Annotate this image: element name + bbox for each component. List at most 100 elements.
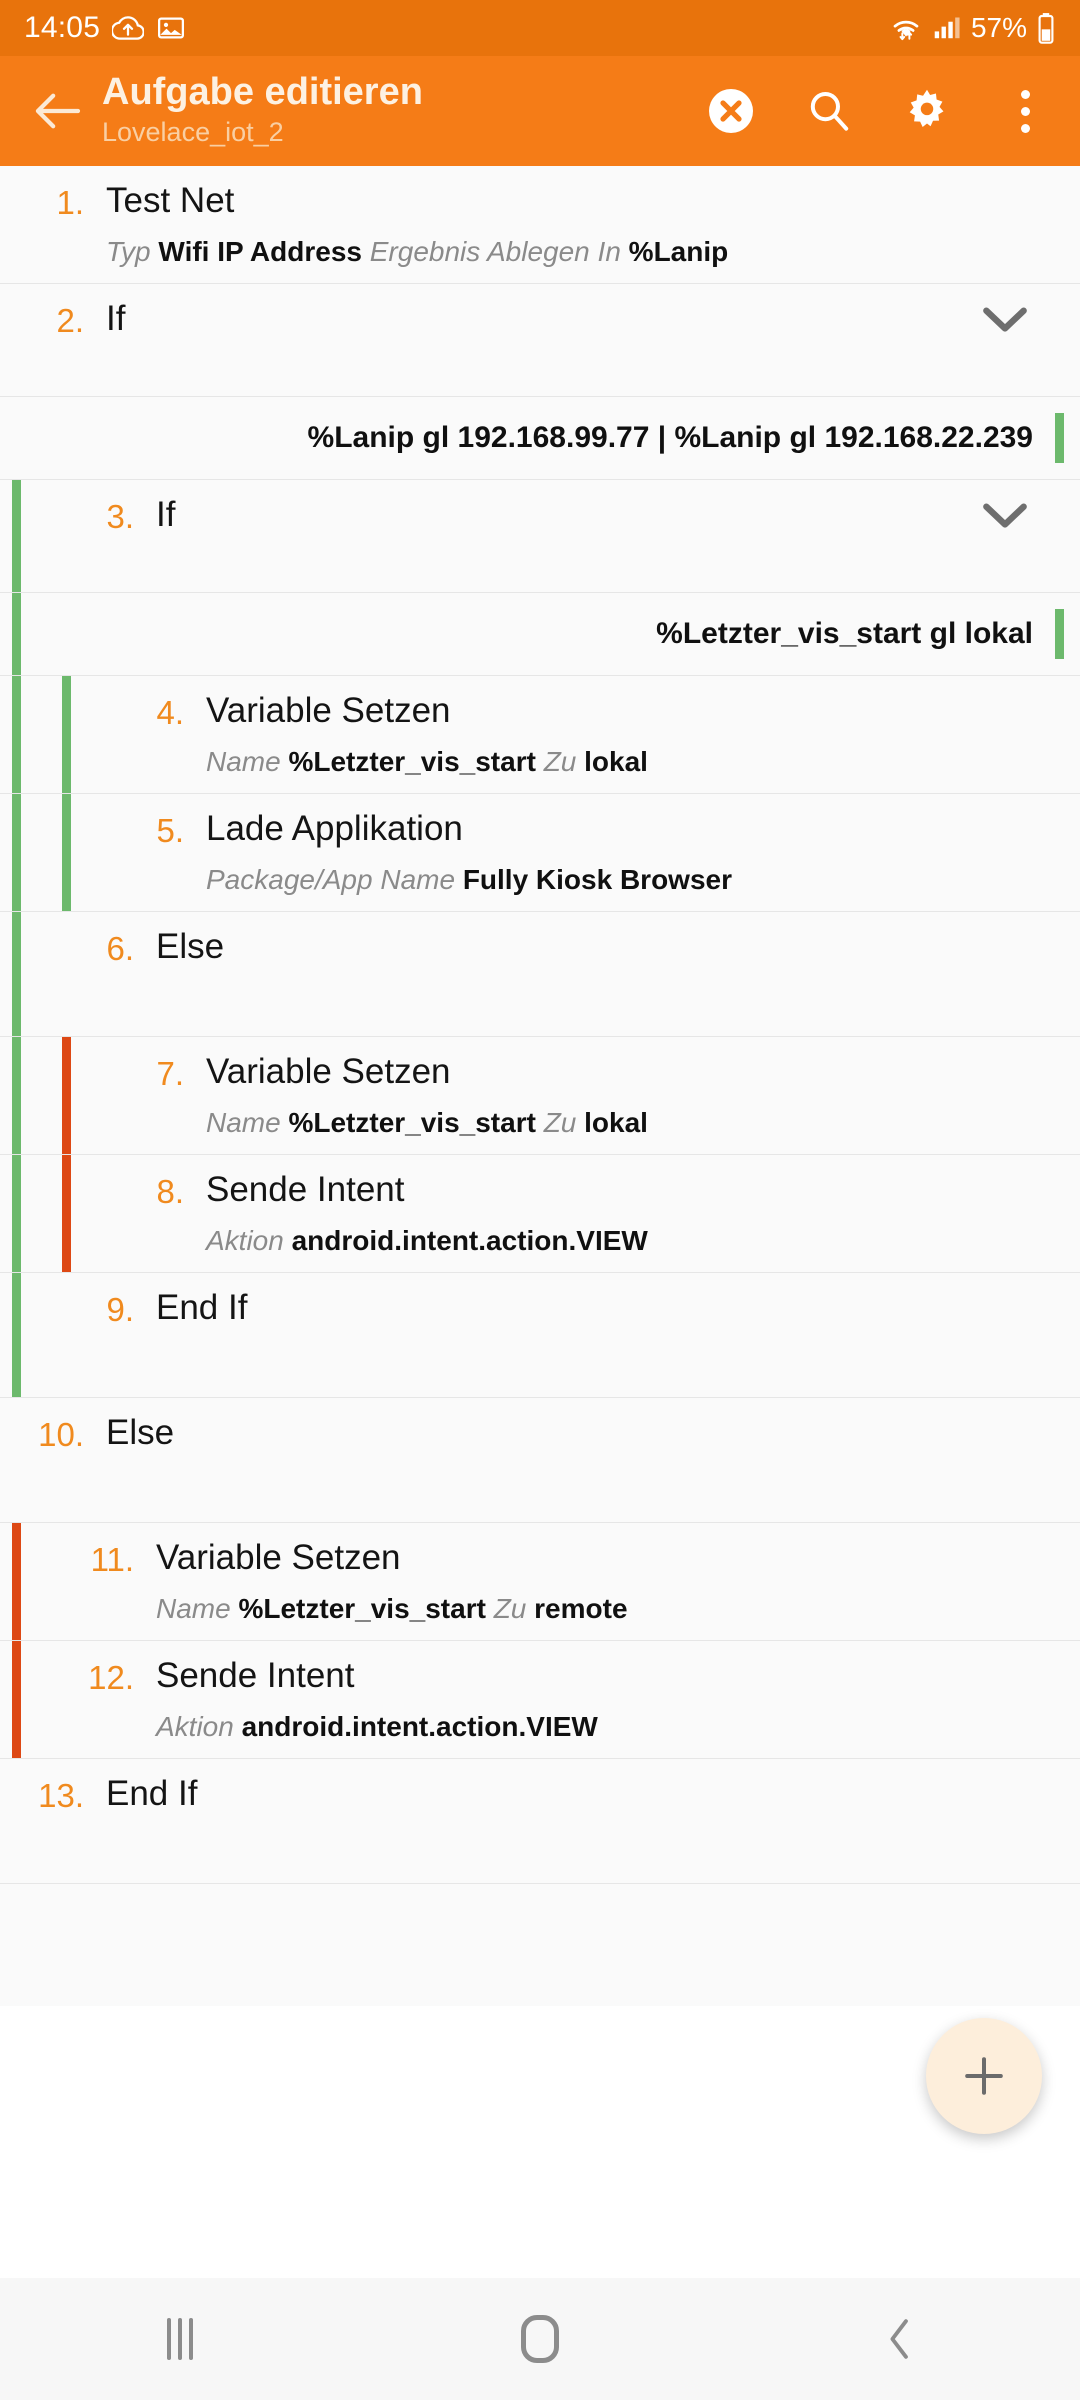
search-button[interactable] xyxy=(802,84,856,138)
action-body: Test Net Typ Wifi IP Address Ergebnis Abl… xyxy=(84,180,1080,269)
action-detail-label: Typ xyxy=(106,236,159,267)
action-number: 3. xyxy=(106,498,134,535)
page-subtitle: Lovelace_iot_2 xyxy=(102,116,284,147)
action-detail-label: Name xyxy=(206,746,289,777)
action-detail-label: Name xyxy=(156,1593,239,1624)
action-name: If xyxy=(156,495,176,534)
action-detail: Name %Letzter_vis_start Zu remote xyxy=(156,1591,1056,1626)
cancel-button[interactable] xyxy=(704,84,758,138)
action-detail-value: android.intent.action.VIEW xyxy=(291,1225,648,1256)
nav-back-button[interactable] xyxy=(720,2278,1080,2400)
status-bar-right: 57% xyxy=(889,12,1056,44)
action-body: If xyxy=(84,298,1080,340)
action-detail: Package/App Name Fully Kiosk Browser xyxy=(206,862,1056,897)
action-name: Variable Setzen xyxy=(206,691,451,730)
action-number: 2. xyxy=(56,302,84,339)
action-detail-value: remote xyxy=(534,1593,628,1624)
action-row[interactable]: 7. Variable Setzen Name %Letzter_vis_start… xyxy=(0,1037,1080,1155)
overflow-menu-button[interactable] xyxy=(998,84,1052,138)
condition-marker xyxy=(1055,413,1064,463)
action-body: Variable Setzen Name %Letzter_vis_start Z… xyxy=(184,1051,1080,1140)
action-detail-label: Zu xyxy=(535,746,585,777)
action-number: 11. xyxy=(90,1541,134,1578)
action-detail-value: %Lanip xyxy=(628,236,729,267)
action-row[interactable]: 13. End If xyxy=(0,1759,1080,1884)
back-button[interactable] xyxy=(28,82,86,140)
overflow-menu-icon xyxy=(1020,89,1030,133)
action-number: 1. xyxy=(56,184,84,221)
action-name: Else xyxy=(156,927,225,966)
action-row[interactable]: 3. If xyxy=(0,480,1080,593)
nav-home-button[interactable] xyxy=(360,2278,720,2400)
nav-recents-button[interactable] xyxy=(0,2278,360,2400)
condition-row[interactable]: %Lanip gl 192.168.99.77 | %Lanip gl 192.… xyxy=(0,397,1080,480)
action-detail: Name %Letzter_vis_start Zu lokal xyxy=(206,1105,1056,1140)
action-detail-value: lokal xyxy=(584,1107,648,1138)
status-clock: 14:05 xyxy=(24,11,101,44)
action-detail: Aktion android.intent.action.VIEW xyxy=(206,1223,1056,1258)
action-body: End If xyxy=(84,1773,1080,1815)
action-detail-value: %Letzter_vis_start xyxy=(288,746,536,777)
action-number: 13. xyxy=(38,1777,84,1814)
search-icon xyxy=(805,87,853,135)
action-row[interactable]: 1. Test Net Typ Wifi IP Address Ergebnis A… xyxy=(0,166,1080,284)
back-arrow-icon xyxy=(32,90,82,132)
action-number: 9. xyxy=(106,1291,134,1328)
action-row[interactable]: 10. Else xyxy=(0,1398,1080,1523)
action-body: Lade Applikation Package/App Name Fully K… xyxy=(184,808,1080,897)
action-detail-value: Fully Kiosk Browser xyxy=(462,864,732,895)
action-detail-label: Ergebnis Ablegen In xyxy=(361,236,629,267)
page-title: Aufgabe editieren xyxy=(102,70,423,113)
action-row[interactable]: 5. Lade Applikation Package/App Name Fully… xyxy=(0,794,1080,912)
home-icon xyxy=(521,2315,559,2363)
add-action-fab[interactable] xyxy=(926,2018,1042,2134)
action-row[interactable]: 2. If xyxy=(0,284,1080,397)
list-bottom-spacer xyxy=(0,1884,1080,2006)
chevron-down-icon[interactable] xyxy=(982,306,1028,334)
action-name: Sende Intent xyxy=(206,1170,405,1209)
action-body: Else xyxy=(84,1412,1080,1454)
condition-text: %Lanip gl 192.168.99.77 | %Lanip gl 192.… xyxy=(307,421,1033,454)
action-name: End If xyxy=(106,1774,198,1813)
action-number: 4. xyxy=(156,694,184,731)
cloud-upload-icon xyxy=(112,12,145,44)
action-detail-label: Aktion xyxy=(206,1225,292,1256)
app-bar-actions xyxy=(704,84,1058,138)
action-name: Lade Applikation xyxy=(206,809,463,848)
action-list: 1. Test Net Typ Wifi IP Address Ergebnis A… xyxy=(0,166,1080,2006)
settings-button[interactable] xyxy=(900,84,954,138)
app-bar-titles: Aufgabe editieren Lovelace_iot_2 xyxy=(102,70,696,150)
action-name: Else xyxy=(106,1413,175,1452)
app-bar: Aufgabe editieren Lovelace_iot_2 xyxy=(0,56,1080,166)
action-body: Sende Intent Aktion android.intent.action… xyxy=(134,1655,1080,1744)
back-chevron-icon xyxy=(883,2317,917,2361)
action-number: 7. xyxy=(156,1055,184,1092)
image-icon xyxy=(156,13,186,43)
action-row[interactable]: 11. Variable Setzen Name %Letzter_vis_star… xyxy=(0,1523,1080,1641)
chevron-down-icon[interactable] xyxy=(982,502,1028,530)
action-body: Else xyxy=(134,926,1080,968)
action-detail-label: Package/App Name xyxy=(206,864,463,895)
action-body: Sende Intent Aktion android.intent.action… xyxy=(184,1169,1080,1258)
action-row[interactable]: 4. Variable Setzen Name %Letzter_vis_start… xyxy=(0,676,1080,794)
action-detail: Typ Wifi IP Address Ergebnis Ablegen In … xyxy=(106,234,1056,269)
condition-text: %Letzter_vis_start gl lokal xyxy=(656,617,1033,650)
action-row[interactable]: 6. Else xyxy=(0,912,1080,1037)
action-number: 10. xyxy=(38,1416,84,1453)
action-row[interactable]: 12. Sende Intent Aktion android.intent.act… xyxy=(0,1641,1080,1759)
action-detail-value: %Letzter_vis_start xyxy=(288,1107,536,1138)
action-body: If xyxy=(134,494,1080,536)
action-name: Variable Setzen xyxy=(206,1052,451,1091)
action-detail-value: %Letzter_vis_start xyxy=(238,1593,486,1624)
action-row[interactable]: 9. End If xyxy=(0,1273,1080,1398)
action-name: Sende Intent xyxy=(156,1656,355,1695)
signal-icon xyxy=(932,13,962,43)
action-name: Variable Setzen xyxy=(156,1538,401,1577)
action-name: Test Net xyxy=(106,181,235,220)
status-bar-left: 14:05 xyxy=(24,11,186,45)
action-name: End If xyxy=(156,1288,248,1327)
condition-row[interactable]: %Letzter_vis_start gl lokal xyxy=(0,593,1080,676)
action-row[interactable]: 8. Sende Intent Aktion android.intent.acti… xyxy=(0,1155,1080,1273)
status-bar: 14:05 57% xyxy=(0,0,1080,56)
wifi-icon xyxy=(889,13,923,43)
